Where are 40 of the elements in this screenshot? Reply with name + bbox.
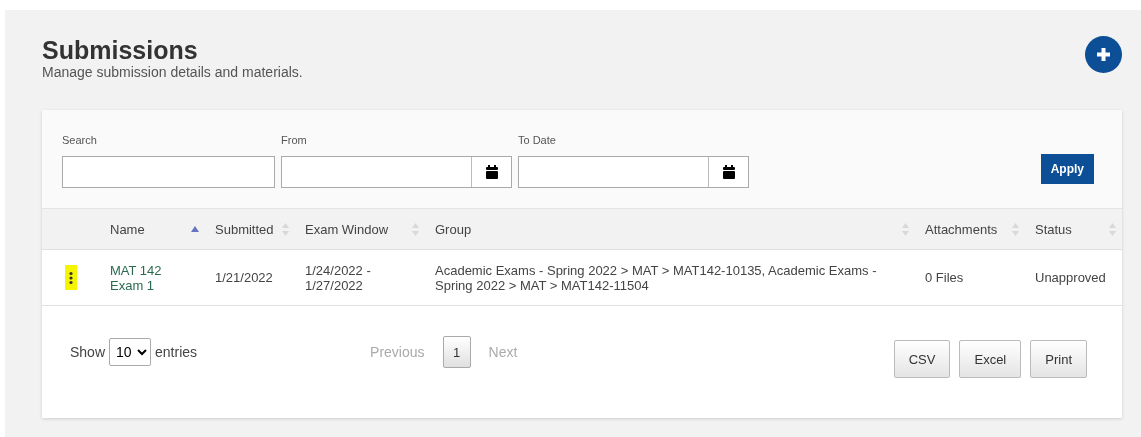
page-button[interactable]: 1 <box>442 336 471 368</box>
column-header[interactable]: Group <box>435 221 472 237</box>
sort-ascending-icon <box>191 226 199 232</box>
sort-icon <box>282 222 289 236</box>
date-field[interactable] <box>518 156 749 188</box>
column-header[interactable]: Submitted <box>215 221 274 237</box>
table-cell: Unapproved <box>1035 270 1106 285</box>
table-cell: 0 Files <box>925 270 964 285</box>
column-header[interactable]: Name <box>110 221 145 237</box>
column-header[interactable]: Status <box>1035 221 1072 237</box>
page-subtitle: Manage submission details and materials. <box>42 64 303 80</box>
submission-link[interactable]: MAT 142 Exam 1 <box>110 262 197 293</box>
sort-icon <box>412 222 419 236</box>
entries-label: entries <box>155 344 198 360</box>
calendar-icon <box>485 165 498 179</box>
add-button[interactable] <box>1085 36 1122 73</box>
row-actions-button[interactable] <box>65 265 77 290</box>
date-field[interactable] <box>281 156 512 188</box>
field-label: Search <box>62 134 98 146</box>
table-cell-text: 1/24/2022 - 1/27/2022 <box>305 262 372 293</box>
field-label: To Date <box>518 134 557 146</box>
page-title: Submissions <box>42 36 199 64</box>
page-size-select[interactable]: 10 <box>109 338 152 366</box>
show-label: Show <box>70 344 106 360</box>
export-button[interactable]: CSV <box>893 340 951 378</box>
table-cell-text: Academic Exams - Spring 2022 > MAT > MAT142-10135, Academic Exams - Spring 2022 > MAT > MAT142-11504 <box>435 262 878 293</box>
field-label: From <box>281 134 308 146</box>
export-button[interactable]: Print <box>1030 340 1087 378</box>
sort-icon <box>1012 222 1019 236</box>
table-cell: 1/21/2022 <box>215 270 273 285</box>
column-header[interactable]: Attachments <box>925 221 998 237</box>
apply-button[interactable]: Apply <box>1040 154 1094 184</box>
search-field[interactable] <box>62 156 275 188</box>
column-header[interactable]: Exam Window <box>305 221 389 237</box>
plus-icon <box>1097 48 1110 61</box>
sort-icon <box>1109 222 1116 236</box>
kebab-icon <box>69 270 73 285</box>
export-button[interactable]: Excel <box>959 340 1022 378</box>
sort-icon <box>902 222 909 236</box>
calendar-icon <box>722 165 735 179</box>
